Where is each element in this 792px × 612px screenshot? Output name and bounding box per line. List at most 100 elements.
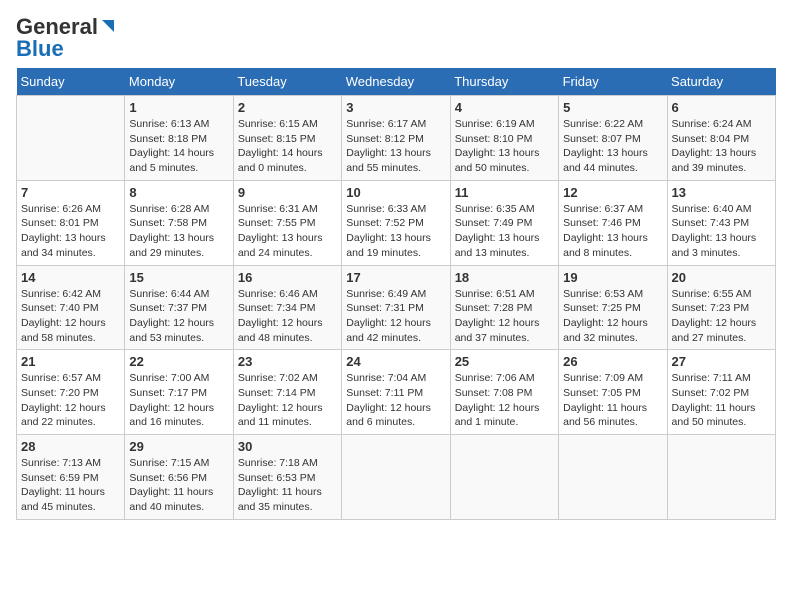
calendar-week-row: 7 Sunrise: 6:26 AMSunset: 8:01 PMDaylight… [17,180,776,265]
day-content: Sunrise: 6:40 AMSunset: 7:43 PMDaylight:… [672,202,771,261]
calendar-cell: 21Sunrise: 6:57 AMSunset: 7:20 PMDayligh… [17,350,125,435]
calendar-cell [17,96,125,181]
calendar-cell: 16 Sunrise: 6:46 AMSunset: 7:34 PMDayligh… [233,265,341,350]
day-number: 18 [455,270,554,285]
day-content: Sunrise: 6:42 AMSunset: 7:40 PMDaylight:… [21,287,120,346]
day-content: Sunrise: 7:13 AMSunset: 6:59 PMDaylight:… [21,456,120,515]
day-number: 7 [21,185,120,200]
day-number: 13 [672,185,771,200]
day-content: Sunrise: 7:09 AMSunset: 7:05 PMDaylight:… [563,371,662,430]
day-content: Sunrise: 6:28 AMSunset: 7:58 PMDaylight:… [129,202,228,261]
day-number: 11 [455,185,554,200]
calendar-cell [559,435,667,520]
calendar-week-row: 14 Sunrise: 6:42 AMSunset: 7:40 PMDayligh… [17,265,776,350]
day-number: 26 [563,354,662,369]
day-content: Sunrise: 7:15 AMSunset: 6:56 PMDaylight:… [129,456,228,515]
calendar-cell: 6Sunrise: 6:24 AMSunset: 8:04 PMDaylight… [667,96,775,181]
calendar-week-row: 28 Sunrise: 7:13 AMSunset: 6:59 PMDayligh… [17,435,776,520]
day-number: 28 [21,439,120,454]
day-number: 8 [129,185,228,200]
calendar-cell: 17Sunrise: 6:49 AMSunset: 7:31 PMDayligh… [342,265,450,350]
calendar-cell: 25 Sunrise: 7:06 AMSunset: 7:08 PMDayligh… [450,350,558,435]
column-header-wednesday: Wednesday [342,68,450,96]
calendar-cell: 2 Sunrise: 6:15 AMSunset: 8:15 PMDaylight… [233,96,341,181]
day-content: Sunrise: 7:11 AMSunset: 7:02 PMDaylight:… [672,371,771,430]
day-content: Sunrise: 6:13 AMSunset: 8:18 PMDaylight:… [129,117,228,176]
calendar-cell: 27 Sunrise: 7:11 AMSunset: 7:02 PMDayligh… [667,350,775,435]
calendar-cell: 20 Sunrise: 6:55 AMSunset: 7:23 PMDayligh… [667,265,775,350]
day-content: Sunrise: 6:22 AMSunset: 8:07 PMDaylight:… [563,117,662,176]
day-number: 1 [129,100,228,115]
calendar-cell: 11 Sunrise: 6:35 AMSunset: 7:49 PMDayligh… [450,180,558,265]
calendar-cell: 5 Sunrise: 6:22 AMSunset: 8:07 PMDaylight… [559,96,667,181]
day-content: Sunrise: 6:55 AMSunset: 7:23 PMDaylight:… [672,287,771,346]
day-number: 23 [238,354,337,369]
day-number: 2 [238,100,337,115]
day-content: Sunrise: 6:53 AMSunset: 7:25 PMDaylight:… [563,287,662,346]
day-number: 20 [672,270,771,285]
calendar-cell: 28 Sunrise: 7:13 AMSunset: 6:59 PMDayligh… [17,435,125,520]
calendar-cell: 30 Sunrise: 7:18 AMSunset: 6:53 PMDayligh… [233,435,341,520]
day-number: 6 [672,100,771,115]
day-number: 29 [129,439,228,454]
day-number: 30 [238,439,337,454]
calendar-cell: 14 Sunrise: 6:42 AMSunset: 7:40 PMDayligh… [17,265,125,350]
day-number: 15 [129,270,228,285]
column-header-monday: Monday [125,68,233,96]
day-content: Sunrise: 7:18 AMSunset: 6:53 PMDaylight:… [238,456,337,515]
day-content: Sunrise: 6:46 AMSunset: 7:34 PMDaylight:… [238,287,337,346]
logo: General Blue [16,16,116,60]
calendar-cell: 23 Sunrise: 7:02 AMSunset: 7:14 PMDayligh… [233,350,341,435]
day-number: 19 [563,270,662,285]
logo-blue-text: Blue [16,38,64,60]
day-content: Sunrise: 6:37 AMSunset: 7:46 PMDaylight:… [563,202,662,261]
logo-text: General [16,16,98,38]
calendar-cell: 13 Sunrise: 6:40 AMSunset: 7:43 PMDayligh… [667,180,775,265]
day-content: Sunrise: 7:06 AMSunset: 7:08 PMDaylight:… [455,371,554,430]
day-number: 5 [563,100,662,115]
day-number: 27 [672,354,771,369]
logo-arrow-icon [98,18,116,36]
day-content: Sunrise: 6:19 AMSunset: 8:10 PMDaylight:… [455,117,554,176]
day-number: 16 [238,270,337,285]
day-content: Sunrise: 6:31 AMSunset: 7:55 PMDaylight:… [238,202,337,261]
calendar-cell [342,435,450,520]
day-number: 24 [346,354,445,369]
calendar-cell: 3Sunrise: 6:17 AMSunset: 8:12 PMDaylight… [342,96,450,181]
day-content: Sunrise: 6:57 AMSunset: 7:20 PMDaylight:… [21,371,120,430]
calendar-cell: 26 Sunrise: 7:09 AMSunset: 7:05 PMDayligh… [559,350,667,435]
calendar-week-row: 1 Sunrise: 6:13 AMSunset: 8:18 PMDaylight… [17,96,776,181]
calendar-cell: 9 Sunrise: 6:31 AMSunset: 7:55 PMDaylight… [233,180,341,265]
calendar-cell: 8 Sunrise: 6:28 AMSunset: 7:58 PMDaylight… [125,180,233,265]
calendar-table: SundayMondayTuesdayWednesdayThursdayFrid… [16,68,776,520]
day-number: 4 [455,100,554,115]
calendar-week-row: 21Sunrise: 6:57 AMSunset: 7:20 PMDayligh… [17,350,776,435]
column-header-thursday: Thursday [450,68,558,96]
day-number: 14 [21,270,120,285]
day-number: 3 [346,100,445,115]
page-header: General Blue [16,16,776,60]
day-content: Sunrise: 6:26 AMSunset: 8:01 PMDaylight:… [21,202,120,261]
day-number: 9 [238,185,337,200]
day-number: 12 [563,185,662,200]
column-header-sunday: Sunday [17,68,125,96]
calendar-cell [450,435,558,520]
day-content: Sunrise: 6:44 AMSunset: 7:37 PMDaylight:… [129,287,228,346]
day-content: Sunrise: 6:35 AMSunset: 7:49 PMDaylight:… [455,202,554,261]
day-content: Sunrise: 6:15 AMSunset: 8:15 PMDaylight:… [238,117,337,176]
day-number: 22 [129,354,228,369]
calendar-cell: 18 Sunrise: 6:51 AMSunset: 7:28 PMDayligh… [450,265,558,350]
column-header-saturday: Saturday [667,68,775,96]
calendar-header-row: SundayMondayTuesdayWednesdayThursdayFrid… [17,68,776,96]
day-number: 10 [346,185,445,200]
calendar-cell: 15 Sunrise: 6:44 AMSunset: 7:37 PMDayligh… [125,265,233,350]
column-header-tuesday: Tuesday [233,68,341,96]
day-content: Sunrise: 6:33 AMSunset: 7:52 PMDaylight:… [346,202,445,261]
day-number: 25 [455,354,554,369]
calendar-cell: 29 Sunrise: 7:15 AMSunset: 6:56 PMDayligh… [125,435,233,520]
calendar-cell: 10 Sunrise: 6:33 AMSunset: 7:52 PMDayligh… [342,180,450,265]
day-content: Sunrise: 7:04 AMSunset: 7:11 PMDaylight:… [346,371,445,430]
day-content: Sunrise: 6:51 AMSunset: 7:28 PMDaylight:… [455,287,554,346]
day-number: 17 [346,270,445,285]
day-content: Sunrise: 7:02 AMSunset: 7:14 PMDaylight:… [238,371,337,430]
